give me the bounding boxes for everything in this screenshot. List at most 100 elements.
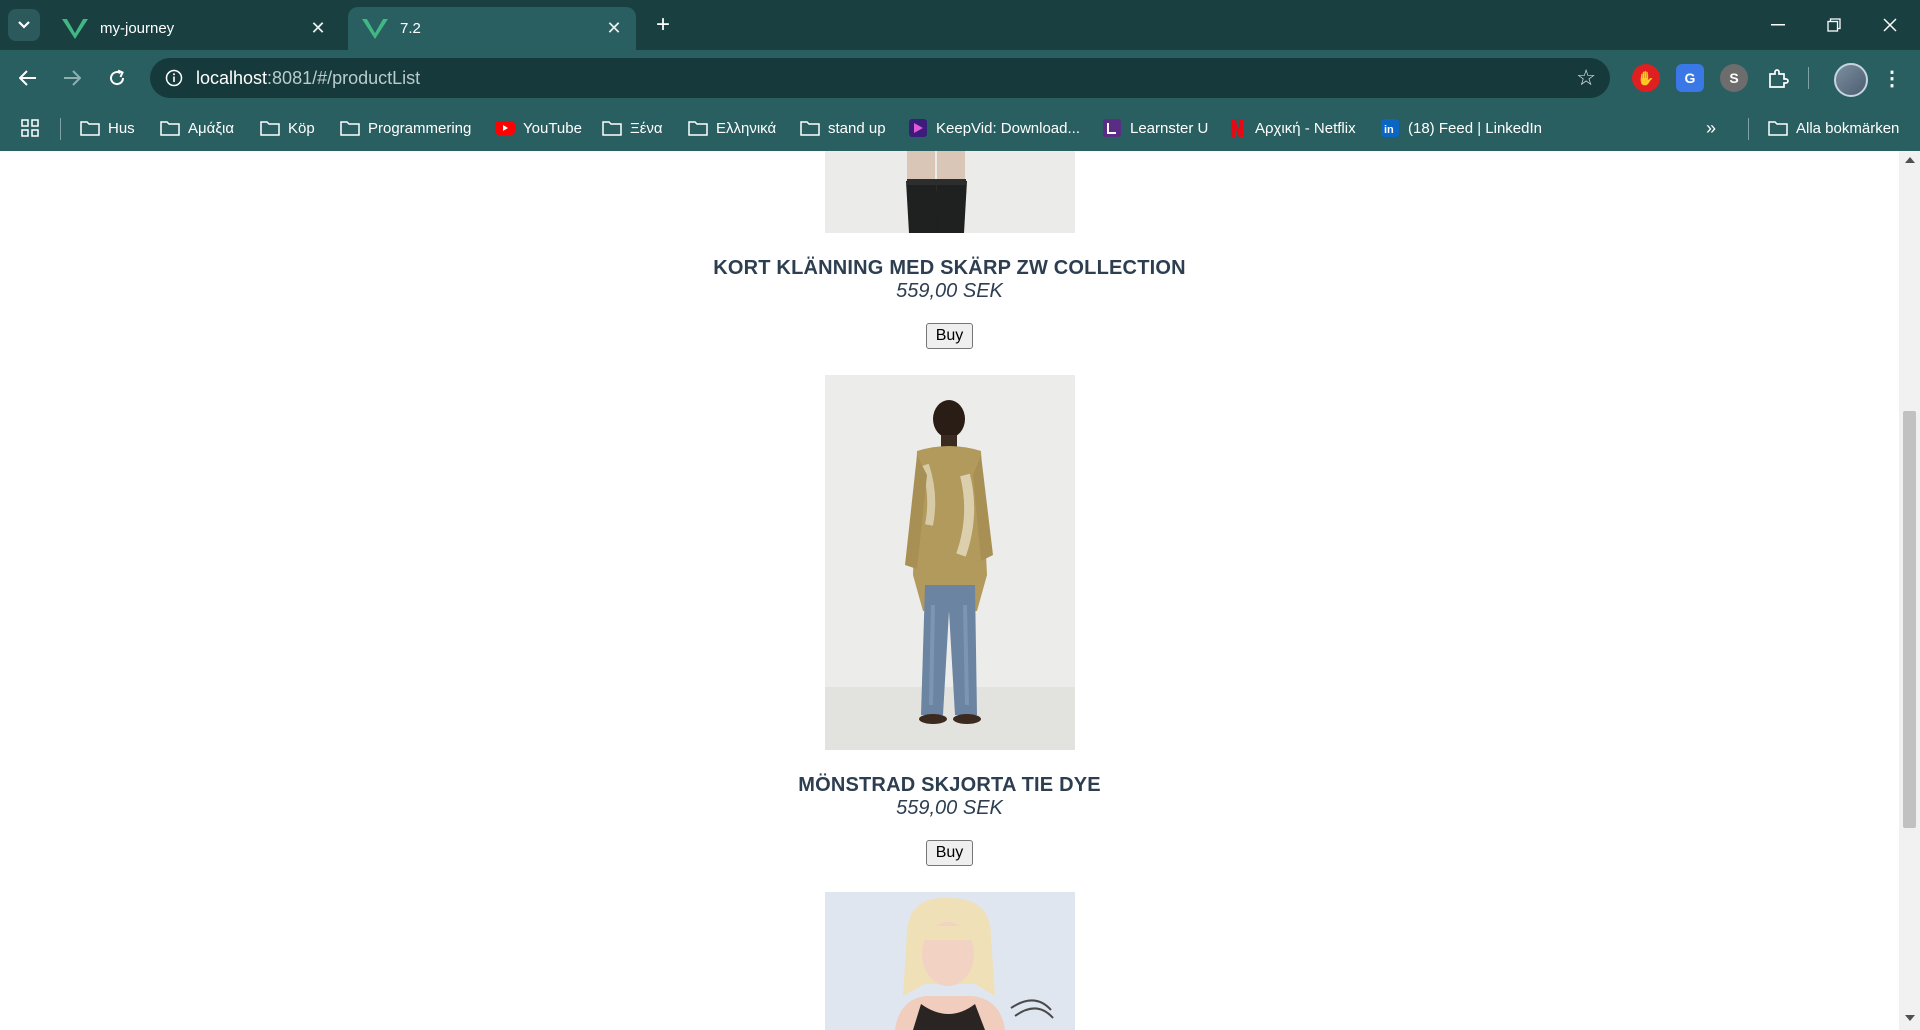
folder-icon — [80, 119, 100, 137]
svg-text:in: in — [1384, 124, 1394, 136]
bookmarks-divider — [1748, 118, 1749, 140]
arrow-right-icon — [64, 70, 81, 86]
product-price: 559,00 SEK — [896, 797, 1003, 819]
product-image — [825, 151, 1075, 233]
bookmark-item[interactable]: Hus — [80, 116, 135, 140]
close-icon[interactable]: ✕ — [306, 17, 330, 41]
minimize-button[interactable] — [1750, 0, 1806, 50]
restore-button[interactable] — [1806, 0, 1862, 50]
bookmark-label: Köp — [288, 119, 315, 137]
bookmark-label: Ελληνικά — [716, 119, 777, 137]
bookmark-star-icon[interactable]: ☆ — [1576, 65, 1596, 91]
folder-icon — [1768, 119, 1788, 137]
apps-grid-icon — [21, 119, 39, 137]
reload-icon — [110, 69, 125, 86]
bookmark-item[interactable]: Learnster U — [1102, 116, 1208, 140]
bookmarks-divider — [60, 118, 61, 140]
bookmark-label: stand up — [828, 119, 886, 137]
bookmark-label: (18) Feed | LinkedIn — [1408, 119, 1542, 137]
tab-search-button[interactable] — [8, 9, 40, 41]
restore-icon — [1827, 18, 1841, 32]
tab-my-journey[interactable]: my-journey ✕ — [48, 7, 340, 50]
vue-logo-icon — [62, 18, 88, 39]
folder-icon — [688, 119, 708, 137]
youtube-icon — [495, 119, 515, 137]
folder-icon — [340, 119, 360, 137]
bookmark-label: KeepVid: Download... — [936, 119, 1080, 137]
chevron-down-icon — [18, 21, 30, 29]
page-content: KORT KLÄNNING MED SKÄRP ZW COLLECTION 55… — [0, 151, 1899, 1030]
all-bookmarks-button[interactable]: Alla bokmärken — [1768, 116, 1899, 140]
double-chevron-right-icon: » — [1706, 117, 1717, 138]
folder-icon — [800, 119, 820, 137]
reload-button[interactable] — [101, 62, 133, 94]
navigation-toolbar: localhost:8081/#/productList ☆ ✋ G S ⋮ — [0, 50, 1920, 106]
bookmark-item[interactable]: stand up — [800, 116, 886, 140]
folder-icon — [160, 119, 180, 137]
bookmark-label: Programmering — [368, 119, 472, 137]
translate-extension-icon[interactable]: G — [1676, 64, 1704, 92]
s-extension-icon[interactable]: S — [1720, 64, 1748, 92]
product-image — [825, 375, 1075, 750]
tab-title: my-journey — [100, 20, 175, 37]
back-button[interactable] — [12, 62, 44, 94]
bookmarks-bar: Hus Αμάξια Köp Programmering YouTube Ξένα Ελλη… — [0, 106, 1920, 151]
bookmark-label: Ξένα — [630, 119, 663, 137]
bookmark-label: Αμάξια — [188, 119, 235, 137]
bookmark-label: YouTube — [523, 119, 582, 137]
product-price: 559,00 SEK — [896, 280, 1003, 302]
product-image — [825, 892, 1075, 1030]
minimize-icon — [1771, 24, 1785, 26]
bookmark-item[interactable]: YouTube — [495, 116, 582, 140]
address-bar[interactable]: localhost:8081/#/productList ☆ — [150, 58, 1610, 98]
bookmark-item[interactable]: Ελληνικά — [688, 116, 776, 140]
product-name: MÖNSTRAD SKJORTA TIE DYE — [798, 774, 1101, 796]
url-host: localhost — [196, 68, 268, 88]
arrow-left-icon — [19, 70, 36, 86]
folder-icon — [260, 119, 280, 137]
bookmark-label: Αρχική - Netflix — [1255, 119, 1356, 137]
site-info-icon[interactable] — [162, 66, 186, 90]
forward-button[interactable] — [56, 62, 88, 94]
scrollbar-thumb[interactable] — [1903, 411, 1916, 828]
learnster-icon — [1102, 119, 1122, 137]
bookmark-item[interactable]: Αμάξια — [160, 116, 234, 140]
product-name: KORT KLÄNNING MED SKÄRP ZW COLLECTION — [713, 257, 1186, 279]
buy-button[interactable]: Buy — [926, 840, 973, 866]
tab-strip: my-journey ✕ 7.2 ✕ + — [0, 0, 1920, 50]
bookmark-label: Hus — [108, 119, 135, 137]
adblock-extension-icon[interactable]: ✋ — [1632, 64, 1660, 92]
bookmark-item[interactable]: Αρχική - Netflix — [1227, 116, 1356, 140]
folder-icon — [602, 119, 622, 137]
all-bookmarks-label: Alla bokmärken — [1796, 119, 1900, 137]
toolbar-divider — [1808, 67, 1809, 89]
url-text[interactable]: localhost:8081/#/productList — [196, 68, 420, 89]
linkedin-icon: in — [1380, 119, 1400, 137]
url-path: :8081/#/productList — [267, 68, 421, 88]
keepvid-icon — [908, 119, 928, 137]
more-bookmarks-button[interactable]: » — [1706, 116, 1716, 140]
tab-7-2[interactable]: 7.2 ✕ — [348, 7, 636, 50]
more-menu-icon[interactable]: ⋮ — [1878, 64, 1906, 92]
close-icon — [1883, 18, 1897, 32]
vue-logo-icon — [362, 18, 388, 39]
bookmark-item[interactable]: Köp — [260, 116, 315, 140]
bookmark-label: Learnster U — [1130, 119, 1209, 137]
netflix-icon — [1227, 119, 1247, 137]
apps-button[interactable] — [20, 116, 40, 140]
bookmark-item[interactable]: KeepVid: Download... — [908, 116, 1080, 140]
scroll-up-arrow-icon[interactable] — [1905, 157, 1915, 163]
buy-button[interactable]: Buy — [926, 323, 973, 349]
tab-title: 7.2 — [400, 20, 421, 37]
new-tab-button[interactable]: + — [648, 10, 678, 40]
vertical-scrollbar[interactable] — [1899, 151, 1920, 1030]
scroll-down-arrow-icon[interactable] — [1905, 1015, 1915, 1021]
browser-chrome: my-journey ✕ 7.2 ✕ + localhost:8081/#/pr… — [0, 0, 1920, 151]
close-window-button[interactable] — [1862, 0, 1918, 50]
bookmark-item[interactable]: Ξένα — [602, 116, 663, 140]
bookmark-item[interactable]: Programmering — [340, 116, 471, 140]
bookmark-item[interactable]: in (18) Feed | LinkedIn — [1380, 116, 1542, 140]
extensions-puzzle-icon[interactable] — [1764, 64, 1792, 92]
profile-avatar[interactable] — [1834, 63, 1868, 97]
close-icon[interactable]: ✕ — [602, 17, 626, 41]
